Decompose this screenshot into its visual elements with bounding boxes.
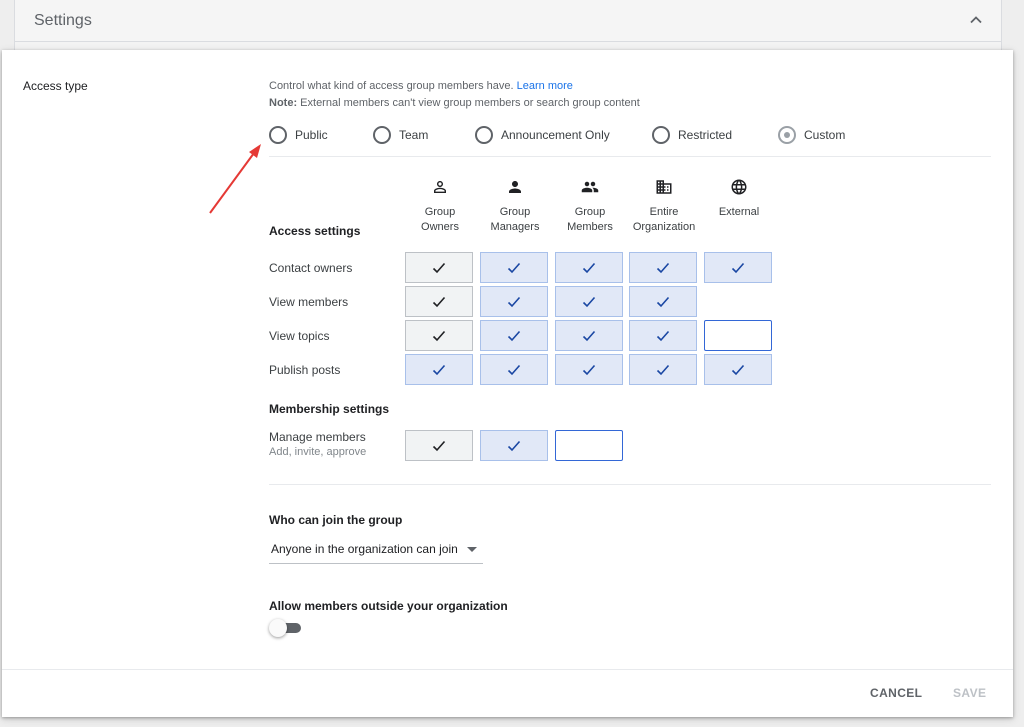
view-members-cell-1[interactable] — [405, 286, 473, 317]
contact-owners-cell-5[interactable] — [704, 252, 772, 283]
radio-public[interactable]: Public — [269, 126, 328, 144]
person-outline-icon — [434, 181, 446, 193]
row-label-view-topics: View topics — [269, 329, 330, 343]
manage-members-cell-3[interactable] — [555, 430, 623, 461]
check-icon — [731, 364, 745, 375]
publish-posts-cell-1[interactable] — [405, 354, 473, 385]
membership-settings-title: Membership settings — [269, 402, 390, 416]
publish-posts-cell-5[interactable] — [704, 354, 772, 385]
who-can-join-select[interactable]: Anyone in the organization can join — [269, 536, 483, 564]
view-members-cell-3[interactable] — [555, 286, 623, 317]
column-group-owners: Group Owners — [405, 178, 475, 235]
view-topics-cell-3[interactable] — [555, 320, 623, 351]
who-can-join-title: Who can join the group — [269, 513, 403, 527]
row-label-view-members: View members — [269, 295, 349, 309]
radio-circle[interactable] — [269, 126, 287, 144]
toggle-knob[interactable] — [269, 619, 287, 637]
check-icon — [582, 330, 596, 341]
check-icon — [656, 296, 670, 307]
access-settings-panel: Access type Control what kind of access … — [2, 50, 1013, 717]
divider — [269, 484, 991, 485]
radio-circle[interactable] — [475, 126, 493, 144]
check-icon — [582, 296, 596, 307]
check-icon — [432, 440, 446, 451]
access-type-label: Access type — [23, 79, 88, 93]
globe-icon — [731, 179, 747, 195]
check-icon — [582, 262, 596, 273]
radio-custom[interactable]: Custom — [778, 126, 845, 144]
check-icon — [507, 262, 521, 273]
settings-title: Settings — [34, 12, 92, 29]
access-settings-title: Access settings — [269, 224, 361, 238]
check-icon — [432, 330, 446, 341]
check-icon — [656, 364, 670, 375]
row-label-manage-members: Manage members — [269, 430, 366, 444]
people-icon — [581, 181, 599, 193]
publish-posts-cell-3[interactable] — [555, 354, 623, 385]
access-note: Note: External members can't view group … — [269, 97, 640, 109]
view-members-cell-2[interactable] — [480, 286, 548, 317]
check-icon — [507, 296, 521, 307]
manage-members-cell-1[interactable] — [405, 430, 473, 461]
row-label-publish-posts: Publish posts — [269, 363, 341, 377]
row-label-contact-owners: Contact owners — [269, 261, 353, 275]
who-can-join-value: Anyone in the organization can join — [271, 542, 458, 556]
save-button[interactable]: SAVE — [953, 686, 986, 700]
settings-header[interactable]: Settings — [14, 0, 1002, 42]
check-icon — [432, 296, 446, 307]
access-description: Control what kind of access group member… — [269, 80, 573, 92]
contact-owners-cell-2[interactable] — [480, 252, 548, 283]
radio-circle-selected[interactable] — [778, 126, 796, 144]
check-icon — [656, 262, 670, 273]
allow-outside-members-toggle[interactable] — [269, 619, 301, 637]
check-icon — [507, 364, 521, 375]
check-icon — [656, 330, 670, 341]
dropdown-arrow-icon — [467, 547, 477, 552]
radio-circle[interactable] — [373, 126, 391, 144]
contact-owners-cell-3[interactable] — [555, 252, 623, 283]
person-icon — [509, 181, 521, 193]
divider — [269, 156, 991, 157]
column-group-managers: Group Managers — [480, 178, 550, 235]
learn-more-link[interactable]: Learn more — [517, 80, 573, 92]
radio-team[interactable]: Team — [373, 126, 428, 144]
check-icon — [432, 364, 446, 375]
radio-announcement-only[interactable]: Announcement Only — [475, 126, 610, 144]
check-icon — [507, 330, 521, 341]
cancel-button[interactable]: CANCEL — [870, 686, 922, 700]
chevron-up-icon[interactable] — [969, 13, 983, 27]
column-external: External — [704, 178, 774, 220]
column-group-members: Group Members — [555, 178, 625, 235]
manage-members-cell-2[interactable] — [480, 430, 548, 461]
view-topics-cell-1[interactable] — [405, 320, 473, 351]
check-icon — [507, 440, 521, 451]
row-sublabel-manage-members: Add, invite, approve — [269, 446, 367, 458]
business-icon — [656, 180, 672, 194]
view-topics-cell-5[interactable] — [704, 320, 772, 351]
view-topics-cell-2[interactable] — [480, 320, 548, 351]
panel-backdrop — [14, 42, 1002, 50]
allow-outside-members-title: Allow members outside your organization — [269, 599, 508, 613]
check-icon — [432, 262, 446, 273]
view-topics-cell-4[interactable] — [629, 320, 697, 351]
publish-posts-cell-4[interactable] — [629, 354, 697, 385]
check-icon — [582, 364, 596, 375]
publish-posts-cell-2[interactable] — [480, 354, 548, 385]
annotation-arrow — [209, 144, 261, 214]
footer-divider — [2, 669, 1013, 670]
column-entire-organization: Entire Organization — [629, 178, 699, 235]
contact-owners-cell-1[interactable] — [405, 252, 473, 283]
check-icon — [731, 262, 745, 273]
view-members-cell-4[interactable] — [629, 286, 697, 317]
radio-circle[interactable] — [652, 126, 670, 144]
contact-owners-cell-4[interactable] — [629, 252, 697, 283]
radio-restricted[interactable]: Restricted — [652, 126, 732, 144]
